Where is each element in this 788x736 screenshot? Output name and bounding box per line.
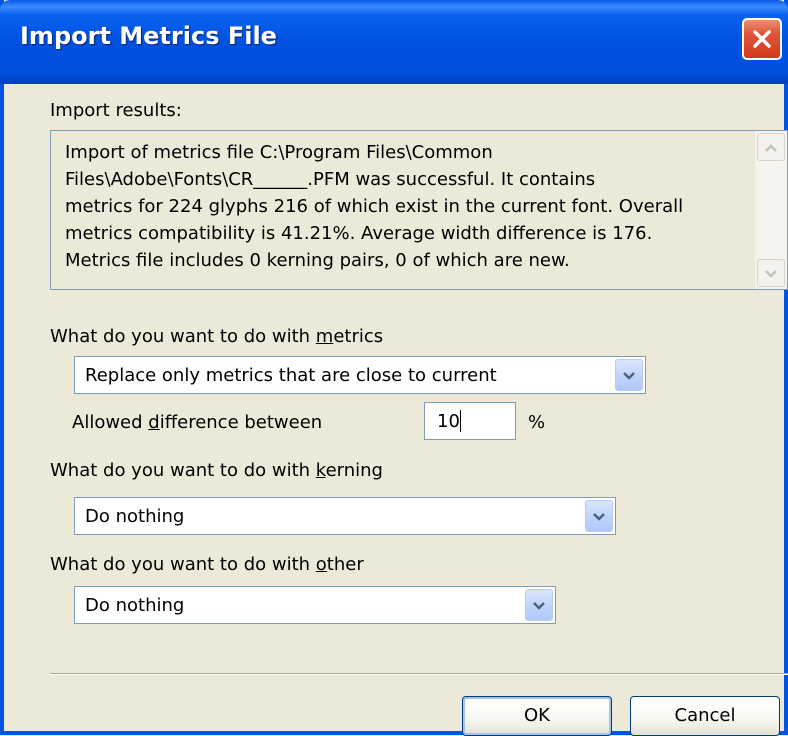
- separator: [50, 673, 788, 675]
- chevron-down-icon: [764, 263, 778, 284]
- chevron-down-icon: [622, 365, 636, 386]
- window-title: Import Metrics File: [20, 22, 277, 50]
- other-label: What do you want to do with other: [50, 554, 364, 575]
- percent-unit: %: [528, 412, 546, 433]
- kerning-label: What do you want to do with kerning: [50, 460, 383, 481]
- allowed-difference-input[interactable]: 10: [424, 402, 516, 440]
- results-scrollbar[interactable]: [755, 131, 787, 289]
- chevron-down-icon: [532, 595, 546, 616]
- metrics-label: What do you want to do with metrics: [50, 326, 384, 347]
- ok-button[interactable]: OK: [462, 696, 612, 736]
- import-results-box[interactable]: Import of metrics file C:\Program Files\…: [50, 130, 788, 290]
- metrics-dropdown-button[interactable]: [615, 359, 643, 391]
- metrics-action-value: Replace only metrics that are close to c…: [85, 365, 497, 386]
- allowed-difference-label: Allowed difference between: [72, 412, 323, 433]
- cancel-button[interactable]: Cancel: [630, 696, 780, 736]
- other-dropdown-button[interactable]: [525, 589, 553, 621]
- scroll-up-button[interactable]: [757, 133, 785, 161]
- close-icon: [751, 28, 773, 50]
- import-results-label: Import results:: [50, 100, 182, 121]
- chevron-down-icon: [592, 506, 606, 527]
- other-action-select[interactable]: Do nothing: [74, 586, 556, 624]
- chevron-up-icon: [764, 137, 778, 158]
- kerning-dropdown-button[interactable]: [585, 500, 613, 532]
- allowed-difference-value: 10: [437, 411, 460, 432]
- title-bar[interactable]: Import Metrics File: [0, 0, 788, 84]
- import-metrics-dialog: Import Metrics File Import results: Impo…: [0, 0, 788, 736]
- kerning-action-select[interactable]: Do nothing: [74, 497, 616, 535]
- kerning-action-value: Do nothing: [85, 506, 185, 527]
- text-caret: [460, 410, 461, 432]
- scroll-down-button[interactable]: [757, 259, 785, 287]
- close-button[interactable]: [742, 18, 782, 60]
- import-results-text: Import of metrics file C:\Program Files\…: [65, 142, 684, 271]
- metrics-action-select[interactable]: Replace only metrics that are close to c…: [74, 356, 646, 394]
- other-action-value: Do nothing: [85, 595, 185, 616]
